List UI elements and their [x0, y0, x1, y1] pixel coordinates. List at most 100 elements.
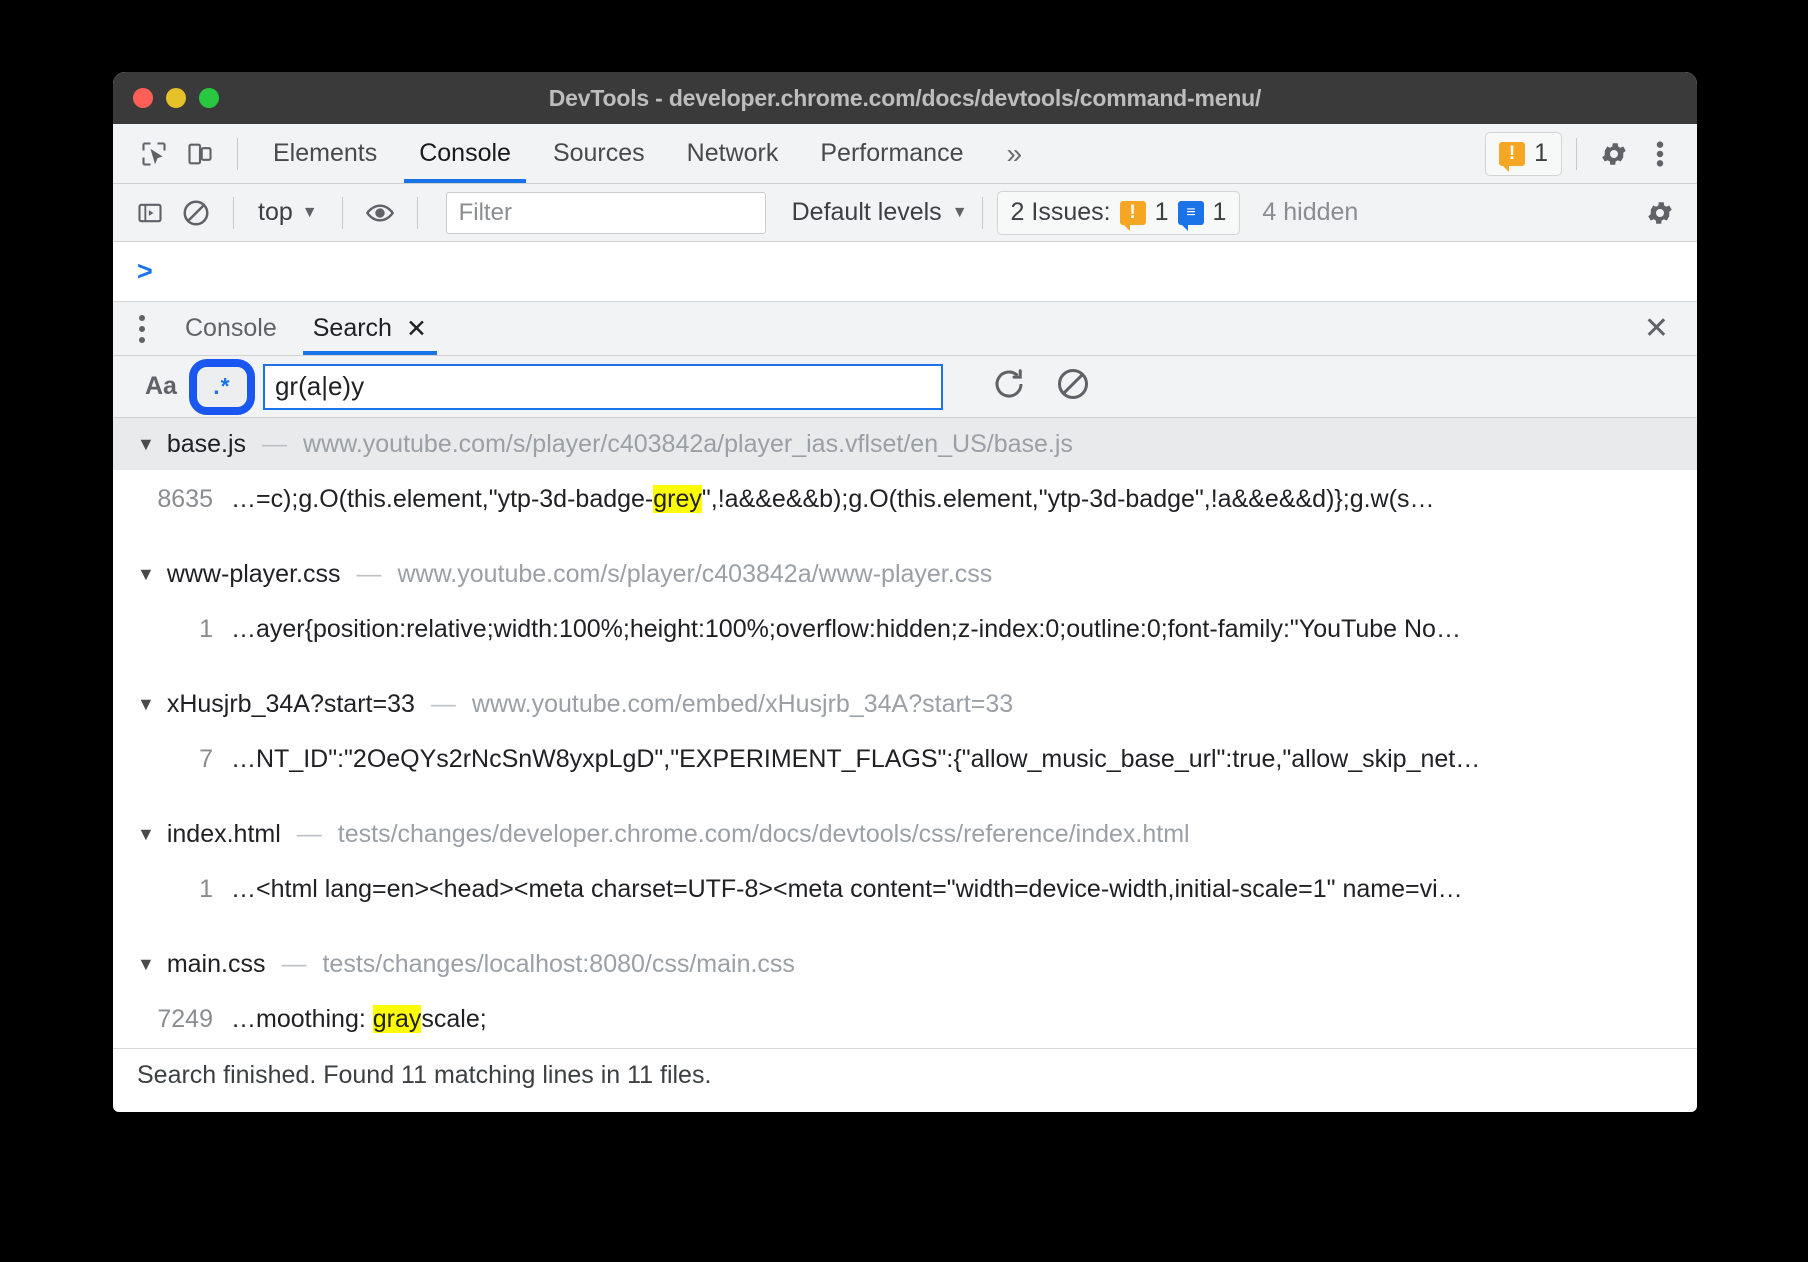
result-snippet: …<html lang=en><head><meta charset=UTF-8… [231, 875, 1477, 904]
result-line-number: 8635 [113, 485, 231, 514]
result-file-name: base.js [167, 430, 246, 459]
collapse-triangle-icon[interactable]: ▼ [137, 694, 155, 715]
window-title: DevTools - developer.chrome.com/docs/dev… [113, 85, 1697, 112]
console-filter-bar: top ▼ Filter Default levels ▼ 2 Issues: [113, 184, 1697, 242]
issues-counter-button[interactable]: ! 1 [1485, 132, 1562, 176]
collapse-triangle-icon[interactable]: ▼ [137, 434, 155, 455]
drawer-tab-label: Search [313, 314, 392, 343]
tabstrip-divider-2 [1576, 138, 1577, 170]
screenshot-root: DevTools - developer.chrome.com/docs/dev… [0, 0, 1808, 1262]
search-result-file-row[interactable]: ▼index.html—tests/changes/developer.chro… [113, 808, 1697, 860]
chevron-down-icon: ▼ [952, 204, 968, 222]
result-file-path: www.youtube.com/embed/xHusjrb_34A?start=… [472, 690, 1013, 719]
drawer-more-options-icon[interactable] [131, 315, 167, 343]
search-result-match-row[interactable]: 8635…=c);g.O(this.element,"ytp-3d-badge-… [113, 470, 1697, 528]
hidden-messages-label: 4 hidden [1262, 198, 1358, 227]
collapse-triangle-icon[interactable]: ▼ [137, 824, 155, 845]
filter-placeholder: Filter [459, 199, 512, 227]
panel-tabs: Elements Console Sources Network Perform… [252, 124, 1040, 183]
search-result-match-row[interactable]: 7249…moothing: grayscale; [113, 990, 1697, 1048]
tab-performance[interactable]: Performance [799, 124, 984, 183]
tab-console[interactable]: Console [398, 124, 532, 183]
search-result-match-row[interactable]: 1…<html lang=en><head><meta charset=UTF-… [113, 860, 1697, 918]
result-file-path: tests/changes/developer.chrome.com/docs/… [338, 820, 1190, 849]
warning-bubble-icon: ! [1499, 142, 1525, 166]
filter-input[interactable]: Filter [446, 192, 766, 234]
drawer-tab-search[interactable]: Search ✕ [295, 302, 445, 355]
filterbar-divider-2 [342, 197, 343, 229]
refresh-search-icon[interactable] [991, 366, 1027, 407]
result-line-number: 7 [113, 745, 231, 774]
console-sidebar-toggle-icon[interactable] [127, 190, 173, 236]
clear-console-icon[interactable] [173, 190, 219, 236]
search-result-match-row[interactable]: 1…ayer{position:relative;width:100%;heig… [113, 600, 1697, 658]
search-result-file-row[interactable]: ▼main.css—tests/changes/localhost:8080/c… [113, 938, 1697, 990]
result-separator: — [297, 820, 322, 849]
log-levels-label: Default levels [792, 198, 942, 227]
more-options-kebab-icon[interactable] [1637, 131, 1683, 177]
search-result-file-row[interactable]: ▼ base.js — www.youtube.com/s/player/c40384… [113, 418, 1697, 470]
tab-elements[interactable]: Elements [252, 124, 398, 183]
console-prompt-area[interactable]: > [113, 242, 1697, 302]
result-snippet: …=c);g.O(this.element,"ytp-3d-badge-grey… [231, 485, 1448, 514]
result-snippet: …moothing: grayscale; [231, 1005, 501, 1034]
window-titlebar: DevTools - developer.chrome.com/docs/dev… [113, 72, 1697, 124]
execution-context-selector[interactable]: top ▼ [248, 198, 328, 227]
search-action-buttons [991, 366, 1091, 407]
search-result-file-row[interactable]: ▼xHusjrb_34A?start=33—www.youtube.com/em… [113, 678, 1697, 730]
drawer-tab-label: Console [185, 314, 277, 343]
inspect-element-icon[interactable] [131, 131, 177, 177]
clear-search-icon[interactable] [1055, 366, 1091, 407]
result-line-number: 1 [113, 875, 231, 904]
log-levels-selector[interactable]: Default levels ▼ [792, 198, 968, 227]
filterbar-divider-3 [417, 197, 418, 229]
close-drawer-icon[interactable]: ✕ [1644, 314, 1669, 344]
tab-label: Performance [820, 139, 963, 168]
chevron-down-icon: ▼ [302, 204, 318, 222]
drawer-tab-close-icon[interactable]: ✕ [406, 314, 427, 344]
collapse-triangle-icon[interactable]: ▼ [137, 954, 155, 975]
tab-label: Sources [553, 139, 645, 168]
collapse-triangle-icon[interactable]: ▼ [137, 564, 155, 585]
search-status-bar: Search finished. Found 11 matching lines… [113, 1048, 1697, 1102]
more-tabs-icon[interactable]: » [984, 138, 1040, 170]
use-regex-button[interactable]: .* [196, 366, 248, 408]
tab-label: Console [419, 139, 511, 168]
drawer-tab-console[interactable]: Console [167, 302, 295, 355]
toggle-device-toolbar-icon[interactable] [177, 131, 223, 177]
live-expression-eye-icon[interactable] [357, 190, 403, 236]
result-group-gap [113, 788, 1697, 808]
result-line-number: 7249 [113, 1005, 231, 1034]
result-file-path: www.youtube.com/s/player/c403842a/player… [303, 430, 1073, 459]
console-settings-gear-icon[interactable] [1637, 190, 1683, 236]
filterbar-divider-4 [982, 197, 983, 229]
result-separator: — [262, 430, 287, 459]
result-separator: — [431, 690, 456, 719]
devtools-window: DevTools - developer.chrome.com/docs/dev… [113, 72, 1697, 1112]
issues-count-label: 1 [1534, 139, 1548, 168]
toolbar-divider [237, 138, 238, 170]
filterbar-divider-1 [233, 197, 234, 229]
search-result-match-row[interactable]: 7…NT_ID":"2OeQYs2rNcSnW8yxpLgD","EXPERIM… [113, 730, 1697, 788]
issues-info-count: 1 [1213, 198, 1227, 227]
search-result-file-row[interactable]: ▼www-player.css—www.youtube.com/s/player… [113, 548, 1697, 600]
issues-error-count: 1 [1155, 198, 1169, 227]
tab-network[interactable]: Network [666, 124, 800, 183]
issues-summary-button[interactable]: 2 Issues: ! 1 ≡ 1 [997, 191, 1241, 235]
result-file-name: www-player.css [167, 560, 341, 589]
result-group-gap [113, 528, 1697, 548]
tab-label: Elements [273, 139, 377, 168]
tab-sources[interactable]: Sources [532, 124, 666, 183]
issues-summary-label: 2 Issues: [1011, 198, 1111, 227]
search-status-text: Search finished. Found 11 matching lines… [137, 1061, 711, 1090]
search-toolbar: Aa .* gr(a|e)y [113, 356, 1697, 418]
drawer-tabbar: Console Search ✕ ✕ [113, 302, 1697, 356]
result-file-name: main.css [167, 950, 266, 979]
gear-icon[interactable] [1591, 131, 1637, 177]
warning-bubble-icon: ! [1120, 201, 1146, 225]
search-results-list[interactable]: ▼ base.js — www.youtube.com/s/player/c40384… [113, 418, 1697, 1048]
search-query-input[interactable]: gr(a|e)y [263, 364, 943, 410]
tab-label: Network [687, 139, 779, 168]
result-separator: — [356, 560, 381, 589]
match-case-button[interactable]: Aa [129, 372, 193, 401]
